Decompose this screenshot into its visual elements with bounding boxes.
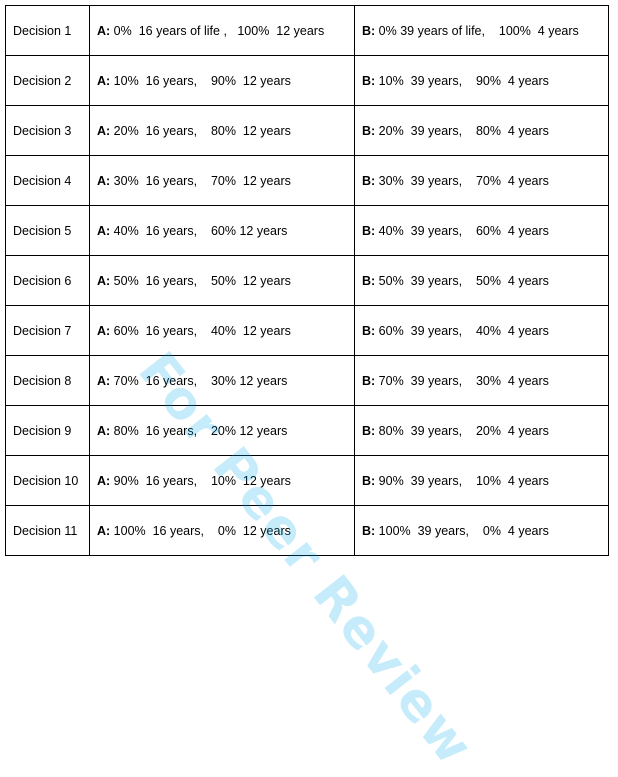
option-b-letter: B:: [362, 173, 376, 188]
option-a-text: 50% 16 years, 50% 12 years: [110, 273, 291, 288]
option-a-cell: A: 50% 16 years, 50% 12 years: [89, 255, 355, 306]
decision-row: Decision 4 A: 30% 16 years, 70% 12 years B…: [5, 155, 609, 206]
option-b-text: 0% 39 years of life, 100% 4 years: [375, 23, 579, 38]
option-a-letter: A:: [97, 123, 111, 138]
option-a-cell: A: 10% 16 years, 90% 12 years: [89, 55, 355, 106]
option-a-letter: A:: [97, 73, 111, 88]
decision-label: Decision 7: [5, 305, 90, 356]
option-b-cell: B: 0% 39 years of life, 100% 4 years: [354, 5, 609, 56]
option-a-letter: A:: [97, 223, 111, 238]
option-b-letter: B:: [362, 223, 376, 238]
option-b-letter: B:: [362, 473, 376, 488]
option-a-letter: A:: [97, 23, 111, 38]
option-b-cell: B: 60% 39 years, 40% 4 years: [354, 305, 609, 356]
option-a-letter: A:: [97, 273, 111, 288]
option-b-cell: B: 100% 39 years, 0% 4 years: [354, 505, 609, 556]
option-a-cell: A: 30% 16 years, 70% 12 years: [89, 155, 355, 206]
option-b-cell: B: 70% 39 years, 30% 4 years: [354, 355, 609, 406]
decision-label: Decision 9: [5, 405, 90, 456]
option-a-letter: A:: [97, 373, 111, 388]
option-b-letter: B:: [362, 373, 376, 388]
option-b-letter: B:: [362, 323, 376, 338]
option-a-cell: A: 90% 16 years, 10% 12 years: [89, 455, 355, 506]
option-a-letter: A:: [97, 173, 111, 188]
option-b-cell: B: 30% 39 years, 70% 4 years: [354, 155, 609, 206]
option-a-text: 30% 16 years, 70% 12 years: [110, 173, 291, 188]
option-a-cell: A: 20% 16 years, 80% 12 years: [89, 105, 355, 156]
option-b-letter: B:: [362, 23, 376, 38]
option-a-cell: A: 40% 16 years, 60% 12 years: [89, 205, 355, 256]
option-b-letter: B:: [362, 123, 376, 138]
option-b-letter: B:: [362, 523, 376, 538]
option-b-cell: B: 50% 39 years, 50% 4 years: [354, 255, 609, 306]
option-b-text: 10% 39 years, 90% 4 years: [375, 73, 549, 88]
option-a-text: 60% 16 years, 40% 12 years: [110, 323, 291, 338]
decision-row: Decision 5 A: 40% 16 years, 60% 12 years B…: [5, 205, 609, 256]
option-a-text: 100% 16 years, 0% 12 years: [110, 523, 291, 538]
option-a-text: 70% 16 years, 30% 12 years: [110, 373, 288, 388]
option-b-text: 80% 39 years, 20% 4 years: [375, 423, 549, 438]
option-a-letter: A:: [97, 523, 111, 538]
option-b-text: 40% 39 years, 60% 4 years: [375, 223, 549, 238]
decision-row: Decision 1 A: 0% 16 years of life , 100% …: [5, 5, 609, 56]
decision-label: Decision 6: [5, 255, 90, 306]
option-b-cell: B: 90% 39 years, 10% 4 years: [354, 455, 609, 506]
option-a-text: 40% 16 years, 60% 12 years: [110, 223, 288, 238]
decision-label: Decision 3: [5, 105, 90, 156]
decision-table-body: Decision 1 A: 0% 16 years of life , 100% …: [5, 5, 609, 556]
decision-label: Decision 10: [5, 455, 90, 506]
option-b-text: 100% 39 years, 0% 4 years: [375, 523, 549, 538]
option-a-text: 0% 16 years of life , 100% 12 years: [110, 23, 325, 38]
option-a-text: 20% 16 years, 80% 12 years: [110, 123, 291, 138]
option-a-cell: A: 0% 16 years of life , 100% 12 years: [89, 5, 355, 56]
option-b-cell: B: 40% 39 years, 60% 4 years: [354, 205, 609, 256]
decision-row: Decision 6 A: 50% 16 years, 50% 12 years B…: [5, 255, 609, 306]
decision-table: Decision 1 A: 0% 16 years of life , 100% …: [5, 5, 609, 556]
option-b-text: 60% 39 years, 40% 4 years: [375, 323, 549, 338]
decision-label: Decision 1: [5, 5, 90, 56]
option-b-cell: B: 80% 39 years, 20% 4 years: [354, 405, 609, 456]
option-b-letter: B:: [362, 73, 376, 88]
option-b-letter: B:: [362, 423, 376, 438]
option-b-text: 50% 39 years, 50% 4 years: [375, 273, 549, 288]
option-a-letter: A:: [97, 423, 111, 438]
decision-row: Decision 3 A: 20% 16 years, 80% 12 years B…: [5, 105, 609, 156]
option-a-text: 80% 16 years, 20% 12 years: [110, 423, 288, 438]
option-b-text: 20% 39 years, 80% 4 years: [375, 123, 549, 138]
decision-label: Decision 5: [5, 205, 90, 256]
option-a-letter: A:: [97, 323, 111, 338]
option-a-cell: A: 80% 16 years, 20% 12 years: [89, 405, 355, 456]
option-b-text: 90% 39 years, 10% 4 years: [375, 473, 549, 488]
option-a-cell: A: 100% 16 years, 0% 12 years: [89, 505, 355, 556]
option-b-text: 30% 39 years, 70% 4 years: [375, 173, 549, 188]
decision-label: Decision 11: [5, 505, 90, 556]
decision-row: Decision 10 A: 90% 16 years, 10% 12 years…: [5, 455, 609, 506]
option-a-cell: A: 70% 16 years, 30% 12 years: [89, 355, 355, 406]
option-a-cell: A: 60% 16 years, 40% 12 years: [89, 305, 355, 356]
option-b-cell: B: 10% 39 years, 90% 4 years: [354, 55, 609, 106]
decision-label: Decision 8: [5, 355, 90, 406]
decision-row: Decision 11 A: 100% 16 years, 0% 12 years…: [5, 505, 609, 556]
option-a-text: 90% 16 years, 10% 12 years: [110, 473, 291, 488]
option-b-cell: B: 20% 39 years, 80% 4 years: [354, 105, 609, 156]
option-a-letter: A:: [97, 473, 111, 488]
decision-row: Decision 9 A: 80% 16 years, 20% 12 years B…: [5, 405, 609, 456]
decision-label: Decision 4: [5, 155, 90, 206]
decision-row: Decision 7 A: 60% 16 years, 40% 12 years B…: [5, 305, 609, 356]
option-b-text: 70% 39 years, 30% 4 years: [375, 373, 549, 388]
decision-label: Decision 2: [5, 55, 90, 106]
decision-row: Decision 8 A: 70% 16 years, 30% 12 years B…: [5, 355, 609, 406]
option-a-text: 10% 16 years, 90% 12 years: [110, 73, 291, 88]
option-b-letter: B:: [362, 273, 376, 288]
decision-row: Decision 2 A: 10% 16 years, 90% 12 years B…: [5, 55, 609, 106]
